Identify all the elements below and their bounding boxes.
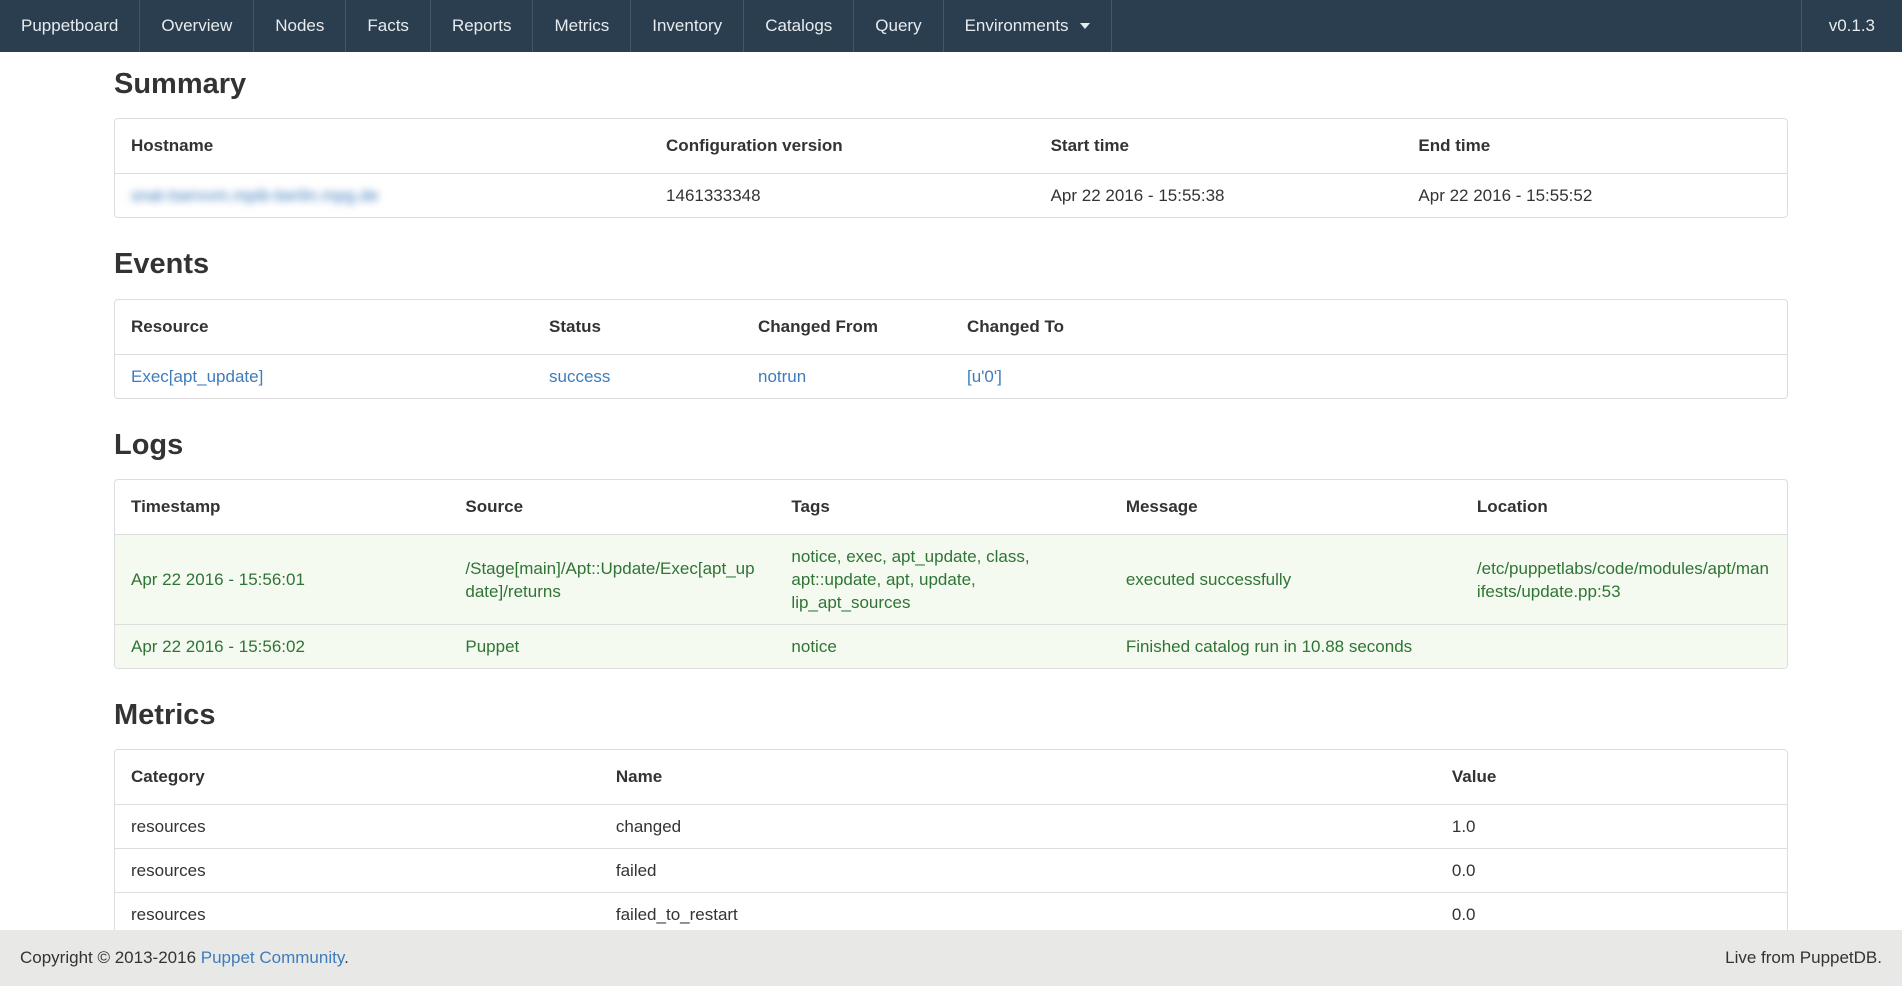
col-category: Category [115, 750, 600, 805]
changed-to-link[interactable]: [u'0'] [967, 367, 1002, 386]
events-heading: Events [114, 248, 1788, 281]
environments-label: Environments [965, 16, 1069, 36]
nav-item-query[interactable]: Query [854, 0, 943, 52]
log-tags-cell: notice, exec, apt_update, class, apt::up… [775, 535, 1109, 625]
copyright-suffix: . [344, 948, 349, 967]
hostname-link[interactable]: snat-tservvm.mpib-berlin.mpg.de [131, 186, 379, 205]
events-header-row: Resource Status Changed From Changed To [115, 300, 1787, 355]
metric-value-cell: 0.0 [1436, 849, 1787, 893]
log-source-cell: /Stage[main]/Apt::Update/Exec[apt_update… [449, 535, 775, 625]
logs-table: Timestamp Source Tags Message Location A… [115, 480, 1787, 668]
nav-item-catalogs[interactable]: Catalogs [744, 0, 854, 52]
puppet-community-link[interactable]: Puppet Community [201, 948, 344, 967]
log-location-cell: /etc/puppetlabs/code/modules/apt/manifes… [1461, 535, 1787, 625]
nav-item-overview[interactable]: Overview [140, 0, 254, 52]
events-table: Resource Status Changed From Changed To … [115, 300, 1787, 398]
nav-item-environments-dropdown[interactable]: Environments [944, 0, 1112, 52]
events-table-wrap: Resource Status Changed From Changed To … [114, 299, 1788, 399]
col-timestamp: Timestamp [115, 480, 449, 535]
events-section: Events Resource Status Changed From Chan… [114, 248, 1788, 398]
col-resource: Resource [115, 300, 533, 355]
col-start-time: Start time [1035, 119, 1403, 174]
log-message-cell: executed successfully [1110, 535, 1461, 625]
navbar-spacer [1112, 0, 1801, 52]
changed-from-cell: notrun [742, 354, 951, 398]
nav-item-nodes[interactable]: Nodes [254, 0, 346, 52]
changed-from-link[interactable]: notrun [758, 367, 806, 386]
hostname-cell: snat-tservvm.mpib-berlin.mpg.de [115, 174, 650, 218]
copyright-prefix: Copyright © 2013-2016 [20, 948, 201, 967]
col-end-time: End time [1402, 119, 1787, 174]
metric-name-cell: changed [600, 805, 1436, 849]
navbar-brand[interactable]: Puppetboard [0, 0, 140, 52]
changed-to-cell: [u'0'] [951, 354, 1787, 398]
table-row: Apr 22 2016 - 15:56:02 Puppet notice Fin… [115, 625, 1787, 669]
col-message: Message [1110, 480, 1461, 535]
col-value: Value [1436, 750, 1787, 805]
col-location: Location [1461, 480, 1787, 535]
table-row: resources failed 0.0 [115, 849, 1787, 893]
main-content: Summary Hostname Configuration version S… [114, 68, 1788, 972]
metric-value-cell: 1.0 [1436, 805, 1787, 849]
nav-item-reports[interactable]: Reports [431, 0, 534, 52]
summary-table: Hostname Configuration version Start tim… [115, 119, 1787, 217]
col-name: Name [600, 750, 1436, 805]
summary-header-row: Hostname Configuration version Start tim… [115, 119, 1787, 174]
puppetdb-status-text: Live from PuppetDB. [1725, 948, 1882, 968]
metric-name-cell: failed [600, 849, 1436, 893]
table-row: Exec[apt_update] success notrun [u'0'] [115, 354, 1787, 398]
log-timestamp-cell: Apr 22 2016 - 15:56:01 [115, 535, 449, 625]
configuration-version-cell: 1461333348 [650, 174, 1035, 218]
log-message-cell: Finished catalog run in 10.88 seconds [1110, 625, 1461, 669]
top-navbar: Puppetboard Overview Nodes Facts Reports… [0, 0, 1902, 52]
col-source: Source [449, 480, 775, 535]
start-time-cell: Apr 22 2016 - 15:55:38 [1035, 174, 1403, 218]
metric-category-cell: resources [115, 849, 600, 893]
table-row: resources changed 1.0 [115, 805, 1787, 849]
col-configuration-version: Configuration version [650, 119, 1035, 174]
chevron-down-icon [1080, 23, 1090, 29]
col-hostname: Hostname [115, 119, 650, 174]
table-row: Apr 22 2016 - 15:56:01 /Stage[main]/Apt:… [115, 535, 1787, 625]
summary-table-wrap: Hostname Configuration version Start tim… [114, 118, 1788, 218]
nav-item-facts[interactable]: Facts [346, 0, 431, 52]
logs-table-wrap: Timestamp Source Tags Message Location A… [114, 479, 1788, 669]
copyright-text: Copyright © 2013-2016 Puppet Community. [20, 948, 349, 968]
logs-header-row: Timestamp Source Tags Message Location [115, 480, 1787, 535]
metrics-heading: Metrics [114, 699, 1788, 732]
summary-heading: Summary [114, 68, 1788, 101]
log-tags-cell: notice [775, 625, 1109, 669]
logs-section: Logs Timestamp Source Tags Message Locat… [114, 429, 1788, 669]
resource-link[interactable]: Exec[apt_update] [131, 367, 263, 386]
nav-item-inventory[interactable]: Inventory [631, 0, 744, 52]
navbar-version-badge: v0.1.3 [1801, 0, 1902, 52]
metric-category-cell: resources [115, 805, 600, 849]
status-cell: success [533, 354, 742, 398]
col-changed-to: Changed To [951, 300, 1787, 355]
nav-item-metrics[interactable]: Metrics [533, 0, 631, 52]
logs-heading: Logs [114, 429, 1788, 462]
summary-section: Summary Hostname Configuration version S… [114, 68, 1788, 218]
col-status: Status [533, 300, 742, 355]
end-time-cell: Apr 22 2016 - 15:55:52 [1402, 174, 1787, 218]
resource-cell: Exec[apt_update] [115, 354, 533, 398]
table-row: snat-tservvm.mpib-berlin.mpg.de 14613333… [115, 174, 1787, 218]
page-footer: Copyright © 2013-2016 Puppet Community. … [0, 930, 1902, 986]
log-timestamp-cell: Apr 22 2016 - 15:56:02 [115, 625, 449, 669]
status-link[interactable]: success [549, 367, 610, 386]
log-location-cell [1461, 625, 1787, 669]
log-source-cell: Puppet [449, 625, 775, 669]
metrics-header-row: Category Name Value [115, 750, 1787, 805]
col-changed-from: Changed From [742, 300, 951, 355]
col-tags: Tags [775, 480, 1109, 535]
